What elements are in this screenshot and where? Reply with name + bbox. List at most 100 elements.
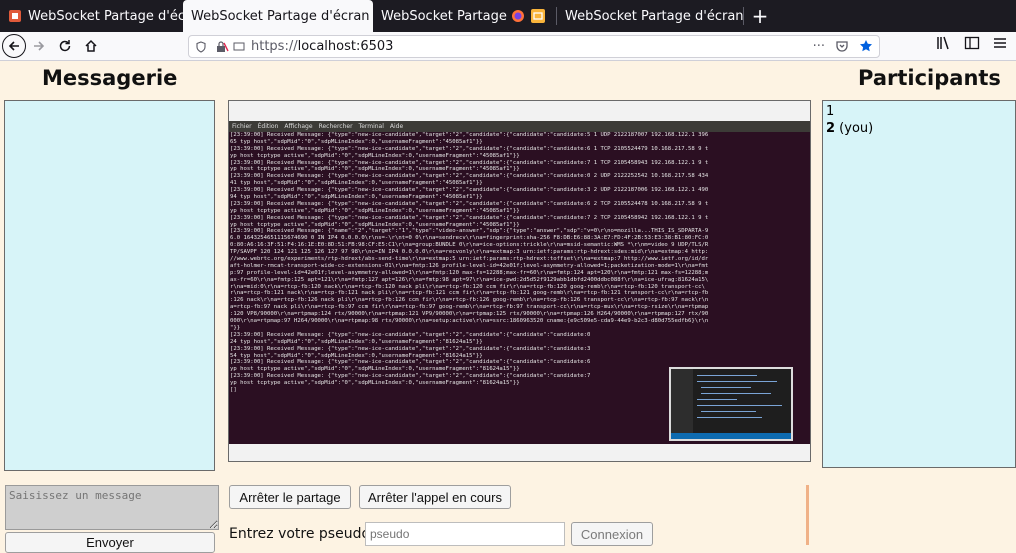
- terminal-line: [23:39:00] Received Message: {"type":"ne…: [230, 331, 591, 338]
- terminal-line: 000\r\na=rtpmap:97 H264/90000\r\na=rtpma…: [230, 318, 709, 325]
- page-actions-icon[interactable]: ···: [813, 39, 825, 54]
- sidebar-icon[interactable]: [964, 35, 980, 51]
- shared-screen-video: Fichier Édition Affichage Rechercher Termina…: [228, 100, 811, 462]
- stop-sharing-button[interactable]: Arrêter le partage: [229, 485, 351, 509]
- shield-icon: [196, 40, 206, 53]
- participant-name: 1: [826, 104, 835, 119]
- terminal-line: ax-fr=60\r\na=fmtp:125 apt=121\r\na=fmtp…: [230, 276, 709, 283]
- terminal-line: [23:39:00] Received Message: {"type":"ne…: [230, 145, 709, 152]
- terminal-line: TP/SAVPF 120 124 121 125 126 127 97 98\r…: [230, 249, 709, 256]
- close-tab-icon[interactable]: ×: [551, 8, 556, 24]
- participant-name: 2: [826, 121, 836, 136]
- terminal-line: [23:39:00] Received Message: {"type":"ne…: [230, 159, 709, 166]
- terminal-line: "}}: [230, 324, 241, 331]
- browser-nav-bar: https://localhost:6503 ···: [0, 32, 1016, 61]
- terminal-line: [23:39:00] Received Message: {"type":"ne…: [230, 200, 709, 207]
- participants-heading: Participants: [858, 66, 1001, 90]
- terminal-line: 6.0 1643254651115674690 0 IN IP4 0.0.0.0…: [230, 235, 709, 242]
- terminal-line: [23:39:00] Received Message: {"type":"ne…: [230, 359, 591, 366]
- thumbnail-code-line: [701, 387, 751, 388]
- url-host: localhost:6503: [297, 39, 394, 54]
- library-icon[interactable]: [936, 35, 952, 51]
- divider: [806, 485, 809, 545]
- terminal-menu-item: Aide: [389, 123, 404, 130]
- terminal-line: yp host tcptype active","sdpMid":"0","sd…: [230, 221, 520, 228]
- thumbnail-code-line: [701, 393, 771, 394]
- thumbnail-code-line: [697, 405, 782, 406]
- app-favicon-icon: [9, 10, 21, 22]
- screen-share-indicator-icon: [233, 42, 245, 50]
- arrow-right-icon: [34, 41, 45, 51]
- browser-tab-2[interactable]: WebSocket Partage d'écran ×: [183, 0, 373, 32]
- nested-screen-thumbnail: [669, 367, 793, 441]
- terminal-menu-item: Rechercher: [318, 123, 353, 130]
- terminal-line: 94 typ host","sdpMid":"0","sdpMLineIndex…: [230, 194, 483, 201]
- terminal-line: aft-holmer-rmcat-transport-wide-cc-exten…: [230, 262, 709, 269]
- browser-tab-1[interactable]: WebSocket Partage d'éc ×: [0, 0, 183, 32]
- thumbnail-statusbar: [671, 433, 791, 439]
- terminal-line: [23:39:00] Received Message: {"type":"ne…: [230, 173, 709, 180]
- terminal-line: 41 typ host","sdpMid":"0","sdpMLineIndex…: [230, 180, 483, 187]
- firefox-icon: [511, 10, 524, 22]
- message-input[interactable]: [5, 485, 219, 530]
- url-scheme: https://: [251, 39, 298, 54]
- home-icon: [85, 39, 97, 52]
- pocket-icon[interactable]: [835, 39, 849, 53]
- menu-icon[interactable]: [992, 35, 1008, 51]
- participant-item-self: 2 (you): [826, 120, 1012, 137]
- reload-icon: [59, 40, 71, 52]
- terminal-line: [23:39:00] Received Message: {"type":"ne…: [230, 345, 591, 352]
- pseudo-input[interactable]: [365, 522, 565, 546]
- terminal-line: [23:39:00] Received Message: {"name":"2"…: [230, 228, 709, 235]
- toolbar-right: [936, 35, 1008, 51]
- tab-title: WebSocket Partage d'écran: [565, 8, 743, 24]
- terminal-menu-item: Affichage: [284, 123, 313, 130]
- thumbnail-code-line: [701, 411, 756, 412]
- terminal-line: :120 VP8/90000\r\na=rtpmap:124 rtx/90000…: [230, 311, 709, 318]
- new-tab-button[interactable]: +: [744, 0, 776, 32]
- terminal-menubar: Fichier Édition Affichage Rechercher Termina…: [229, 121, 810, 132]
- terminal-line: 65 typ host","sdpMid":"0","sdpMLineIndex…: [230, 138, 483, 145]
- tab-title: WebSocket Partage d'écran: [191, 8, 370, 24]
- terminal-line: [23:39:00] Received Message: {"type":"ne…: [230, 132, 709, 138]
- back-button[interactable]: [2, 34, 26, 58]
- terminal-line: yp host tcptype active","sdpMid":"0","sd…: [230, 152, 520, 159]
- url-bar[interactable]: https://localhost:6503 ···: [188, 35, 880, 58]
- participant-you-suffix: (you): [835, 121, 874, 136]
- thumbnail-code-line: [697, 375, 757, 376]
- screen-share-icon: [530, 9, 545, 23]
- terminal-line: p:97 profile-level-id=42e01f;level-asymm…: [230, 269, 709, 276]
- terminal-menu-item: Édition: [257, 123, 279, 130]
- terminal-line: 54 typ host","sdpMid":"0","sdpMLineIndex…: [230, 352, 483, 359]
- thumbnail-code-line: [697, 417, 762, 418]
- thumbnail-sidebar: [671, 369, 693, 439]
- browser-tab-bar: WebSocket Partage d'éc × WebSocket Parta…: [0, 0, 1016, 32]
- arrow-left-icon: [8, 41, 19, 51]
- terminal-line: :126 nack\r\na=rtcp-fb:126 nack pli\r\na…: [230, 297, 709, 304]
- terminal-line: 24 typ host","sdpMid":"0","sdpMLineIndex…: [230, 338, 483, 345]
- terminal-line: a=rtcp-fb:97 nack pli\r\na=rtcp-fb:97 cc…: [230, 304, 709, 311]
- end-call-button[interactable]: Arrêter l'appel en cours: [359, 485, 511, 509]
- insecure-lock-icon: [217, 40, 229, 52]
- terminal-line: //www.webrtc.org/experiments/rtp-hdrext/…: [230, 256, 709, 263]
- terminal-line: r\na=mid:0\r\na=rtcp-fb:120 nack\r\na=rt…: [230, 283, 705, 290]
- video-letterbox-top: [229, 101, 810, 121]
- tab-title: WebSocket Partage d'éc: [28, 8, 183, 24]
- pseudo-label: Entrez votre pseudo :: [229, 526, 380, 542]
- bookmark-star-icon[interactable]: [859, 39, 873, 53]
- browser-tab-4[interactable]: WebSocket Partage d'écran ×: [557, 0, 743, 32]
- video-letterbox-bottom: [229, 444, 810, 461]
- terminal-menu-item: Terminal: [358, 123, 384, 130]
- home-button[interactable]: [78, 33, 104, 59]
- tab-title: WebSocket Partage: [381, 8, 507, 24]
- connect-button[interactable]: Connexion: [571, 522, 653, 546]
- participants-list: 1 2 (you): [822, 100, 1016, 468]
- forward-button[interactable]: [26, 33, 52, 59]
- url-bar-actions: ···: [813, 39, 873, 54]
- terminal-line: [23:39:00] Received Message: {"type":"ne…: [230, 187, 709, 194]
- terminal-line: yp host tcptype active","sdpMid":"0","sd…: [230, 207, 520, 214]
- messagerie-heading: Messagerie: [42, 66, 178, 90]
- browser-tab-3[interactable]: WebSocket Partage ×: [373, 0, 556, 32]
- reload-button[interactable]: [52, 33, 78, 59]
- send-button[interactable]: Envoyer: [5, 532, 215, 553]
